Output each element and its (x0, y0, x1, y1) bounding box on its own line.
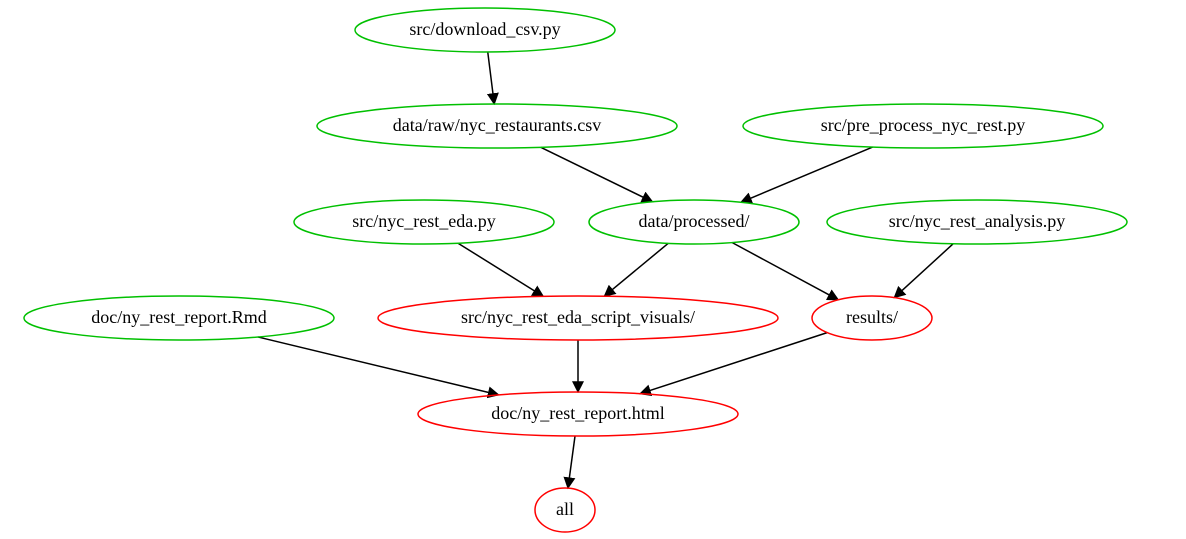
edge-eda_py-to-visuals (458, 243, 543, 296)
node-label: all (556, 499, 574, 519)
node-label: doc/ny_rest_report.html (491, 403, 664, 423)
node-label: src/download_csv.py (409, 19, 560, 39)
edge-report_html-to-all (568, 436, 575, 488)
node-report_html: doc/ny_rest_report.html (418, 392, 738, 436)
node-label: src/nyc_rest_eda_script_visuals/ (461, 307, 695, 327)
node-results: results/ (812, 296, 932, 340)
node-raw_csv: data/raw/nyc_restaurants.csv (317, 104, 677, 148)
node-label: data/raw/nyc_restaurants.csv (393, 115, 601, 135)
edge-raw_csv-to-processed (541, 147, 653, 201)
node-visuals: src/nyc_rest_eda_script_visuals/ (378, 296, 778, 340)
node-pre_process: src/pre_process_nyc_rest.py (743, 104, 1103, 148)
edge-pre_process-to-processed (741, 147, 873, 202)
node-download_csv: src/download_csv.py (355, 8, 615, 52)
edge-rmd-to-report_html (258, 337, 499, 395)
node-label: src/nyc_rest_eda.py (352, 211, 495, 231)
node-eda_py: src/nyc_rest_eda.py (294, 200, 554, 244)
node-all: all (535, 488, 595, 532)
node-label: data/processed/ (639, 211, 750, 231)
node-processed: data/processed/ (589, 200, 799, 244)
dependency-graph: src/download_csv.py data/raw/nyc_restaura… (0, 0, 1186, 539)
node-rmd: doc/ny_rest_report.Rmd (24, 296, 334, 340)
edge-results-to-report_html (640, 333, 827, 394)
edge-download_csv-to-raw_csv (488, 52, 495, 104)
nodes-layer: src/download_csv.py data/raw/nyc_restaura… (24, 8, 1127, 532)
node-label: results/ (846, 307, 898, 327)
edge-processed-to-results (732, 243, 838, 300)
node-analysis_py: src/nyc_rest_analysis.py (827, 200, 1127, 244)
node-label: src/nyc_rest_analysis.py (889, 211, 1065, 231)
node-label: src/pre_process_nyc_rest.py (821, 115, 1025, 135)
edge-analysis_py-to-results (894, 244, 953, 298)
node-label: doc/ny_rest_report.Rmd (91, 307, 266, 327)
edge-processed-to-visuals (604, 243, 668, 296)
